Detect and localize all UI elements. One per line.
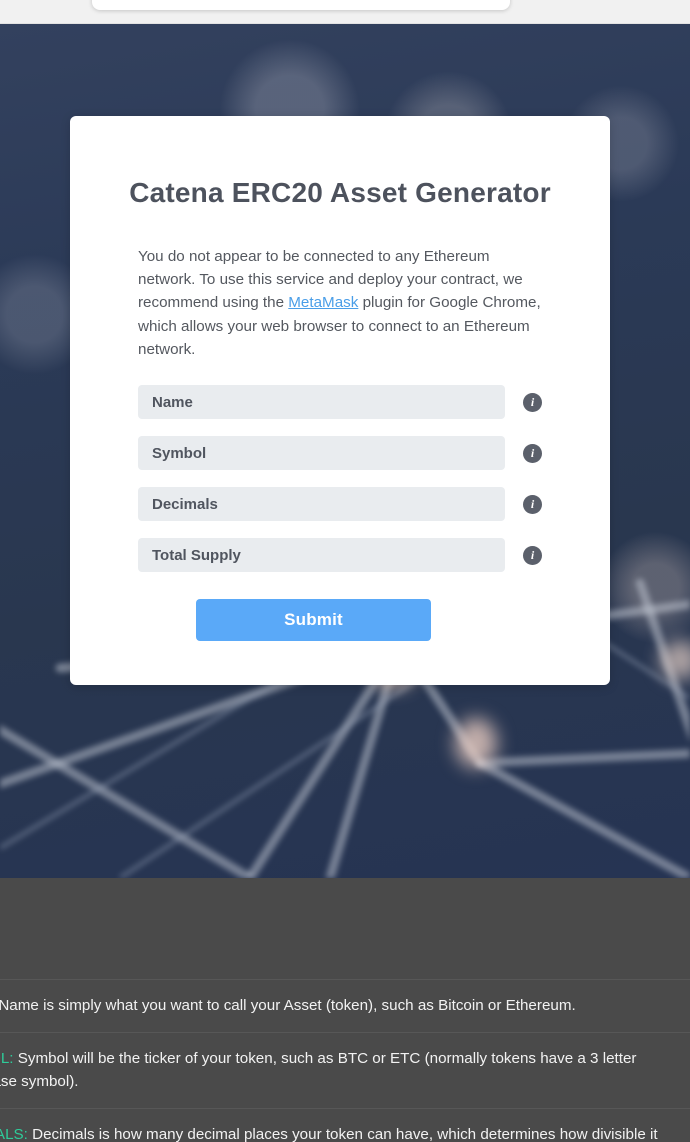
footer-top-space <box>0 878 690 979</box>
submit-button[interactable]: Submit <box>196 599 431 642</box>
name-info-icon[interactable]: i <box>523 392 542 412</box>
help-text-decimals: Decimals is how many decimal places your… <box>32 1125 658 1142</box>
field-row-name: i <box>138 385 542 420</box>
field-row-decimals: i <box>138 487 542 522</box>
node-glow <box>455 718 497 768</box>
name-input[interactable] <box>138 385 505 420</box>
symbol-info-icon[interactable]: i <box>523 443 542 463</box>
help-text-symbol: Symbol will be the ticker of your token,… <box>0 1049 637 1091</box>
address-bar[interactable] <box>92 0 510 10</box>
total-supply-info-icon[interactable]: i <box>523 545 542 565</box>
page-title: Catena ERC20 Asset Generator <box>129 177 551 208</box>
help-text-name: Name is simply what you want to call you… <box>0 997 576 1014</box>
field-row-symbol: i <box>138 436 542 471</box>
generator-card: Catena ERC20 Asset Generator You do not … <box>70 116 610 686</box>
total-supply-input[interactable] <box>138 538 505 573</box>
decimals-info-icon[interactable]: i <box>523 494 542 514</box>
submit-row: Submit <box>138 599 542 642</box>
help-row-symbol: SYMBOL: Symbol will be the ticker of you… <box>0 1031 690 1108</box>
field-help-footer: NAME: Name is simply what you want to ca… <box>0 878 690 1142</box>
metamask-link[interactable]: MetaMask <box>288 294 358 311</box>
browser-toolbar-strip <box>0 0 690 24</box>
help-label-decimals: DECIMALS: <box>0 1125 28 1142</box>
card-body: You do not appear to be connected to any… <box>70 245 610 642</box>
help-row-name: NAME: Name is simply what you want to ca… <box>0 979 690 1032</box>
decimals-input[interactable] <box>138 487 505 522</box>
help-row-decimals: DECIMALS: Decimals is how many decimal p… <box>0 1107 690 1142</box>
symbol-input[interactable] <box>138 436 505 471</box>
connection-notice: You do not appear to be connected to any… <box>138 245 542 361</box>
help-label-symbol: SYMBOL: <box>0 1049 14 1067</box>
field-row-total-supply: i <box>138 538 542 573</box>
